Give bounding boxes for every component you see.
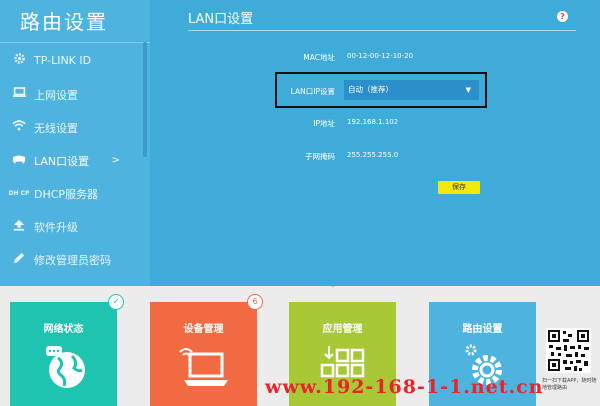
wifi-icon [8,120,30,135]
sidebar-item-label: 修改管理员密码 [34,253,111,267]
sidebar-divider [0,42,150,43]
mac-value: 00-12-00-12-10-20 [347,52,414,60]
sidebar-item-label: LAN口设置 [34,154,90,168]
sidebar-item-label: DHCP服务器 [34,187,99,201]
dhcp-icon: DH CP [8,189,30,197]
lan-ip-select[interactable]: 自动（推荐） ▼ [344,80,479,100]
qr-caption: 扫一扫下载APP，随时随地管理路由 [542,378,597,391]
sidebar-item-label: 软件升级 [34,220,78,234]
page-title: LAN口设置 [188,12,254,27]
laptop-icon [150,342,257,396]
gear-icon [8,52,30,69]
ip-label: IP地址 [313,119,335,128]
sidebar-item-dhcp[interactable]: DH CP DHCP服务器 [0,177,142,210]
upload-icon [8,219,30,235]
sidebar-item-lan[interactable]: LAN口设置 > [0,144,142,177]
lan-ip-select-value: 自动（推荐） [348,85,393,94]
active-tile-pointer [327,281,339,287]
tile-network-status[interactable]: 网络状态 [10,302,117,406]
pencil-icon [8,252,30,268]
save-button[interactable]: 保存 [438,181,480,194]
ip-value: 192.168.1.102 [347,118,399,126]
caret-down-icon: ▼ [465,86,471,94]
help-icon[interactable]: ? [557,11,568,22]
sidebar-item-tplink-id[interactable]: TP-LINK ID [0,44,142,77]
tile-label: 应用管理 [322,324,363,335]
sidebar-item-label: TP-LINK ID [34,54,92,67]
main-panel: LAN口设置 ? MAC地址 00-12-00-12-10-20 LAN口IP设… [150,0,600,286]
tile-label: 网络状态 [43,324,84,335]
globe-icon [10,342,117,396]
mac-label: MAC地址 [303,53,335,62]
mask-label: 子网掩码 [305,152,335,161]
sidebar: 路由设置 TP-LINK ID 上网设置 无线设置 LAN口设置 > DH CP… [0,0,150,286]
sidebar-title: 路由设置 [20,10,108,34]
sidebar-item-upgrade[interactable]: 软件升级 [0,210,142,243]
sidebar-item-label: 无线设置 [34,121,78,135]
sidebar-item-password[interactable]: 修改管理员密码 [0,243,142,276]
watermark: www.192-168-1-1.net.cn [265,376,544,398]
chevron-right-icon: > [111,155,120,166]
mask-value: 255.255.255.0 [347,151,399,159]
laptop-icon [8,87,30,102]
sidebar-item-internet[interactable]: 上网设置 [0,78,142,111]
lan-ip-label: LAN口IP设置 [290,87,335,96]
sidebar-item-wireless[interactable]: 无线设置 [0,111,142,144]
sidebar-item-label: 上网设置 [34,88,78,102]
sidebar-scrollbar[interactable] [143,42,147,157]
tile-label: 路由设置 [462,324,503,335]
router-icon [8,153,30,168]
device-count-badge: 6 [247,294,263,310]
check-icon: ✓ [108,294,124,310]
tile-label: 设备管理 [183,324,224,335]
qr-code [546,328,591,373]
tile-device-management[interactable]: 设备管理 [150,302,257,406]
title-divider [188,30,576,31]
